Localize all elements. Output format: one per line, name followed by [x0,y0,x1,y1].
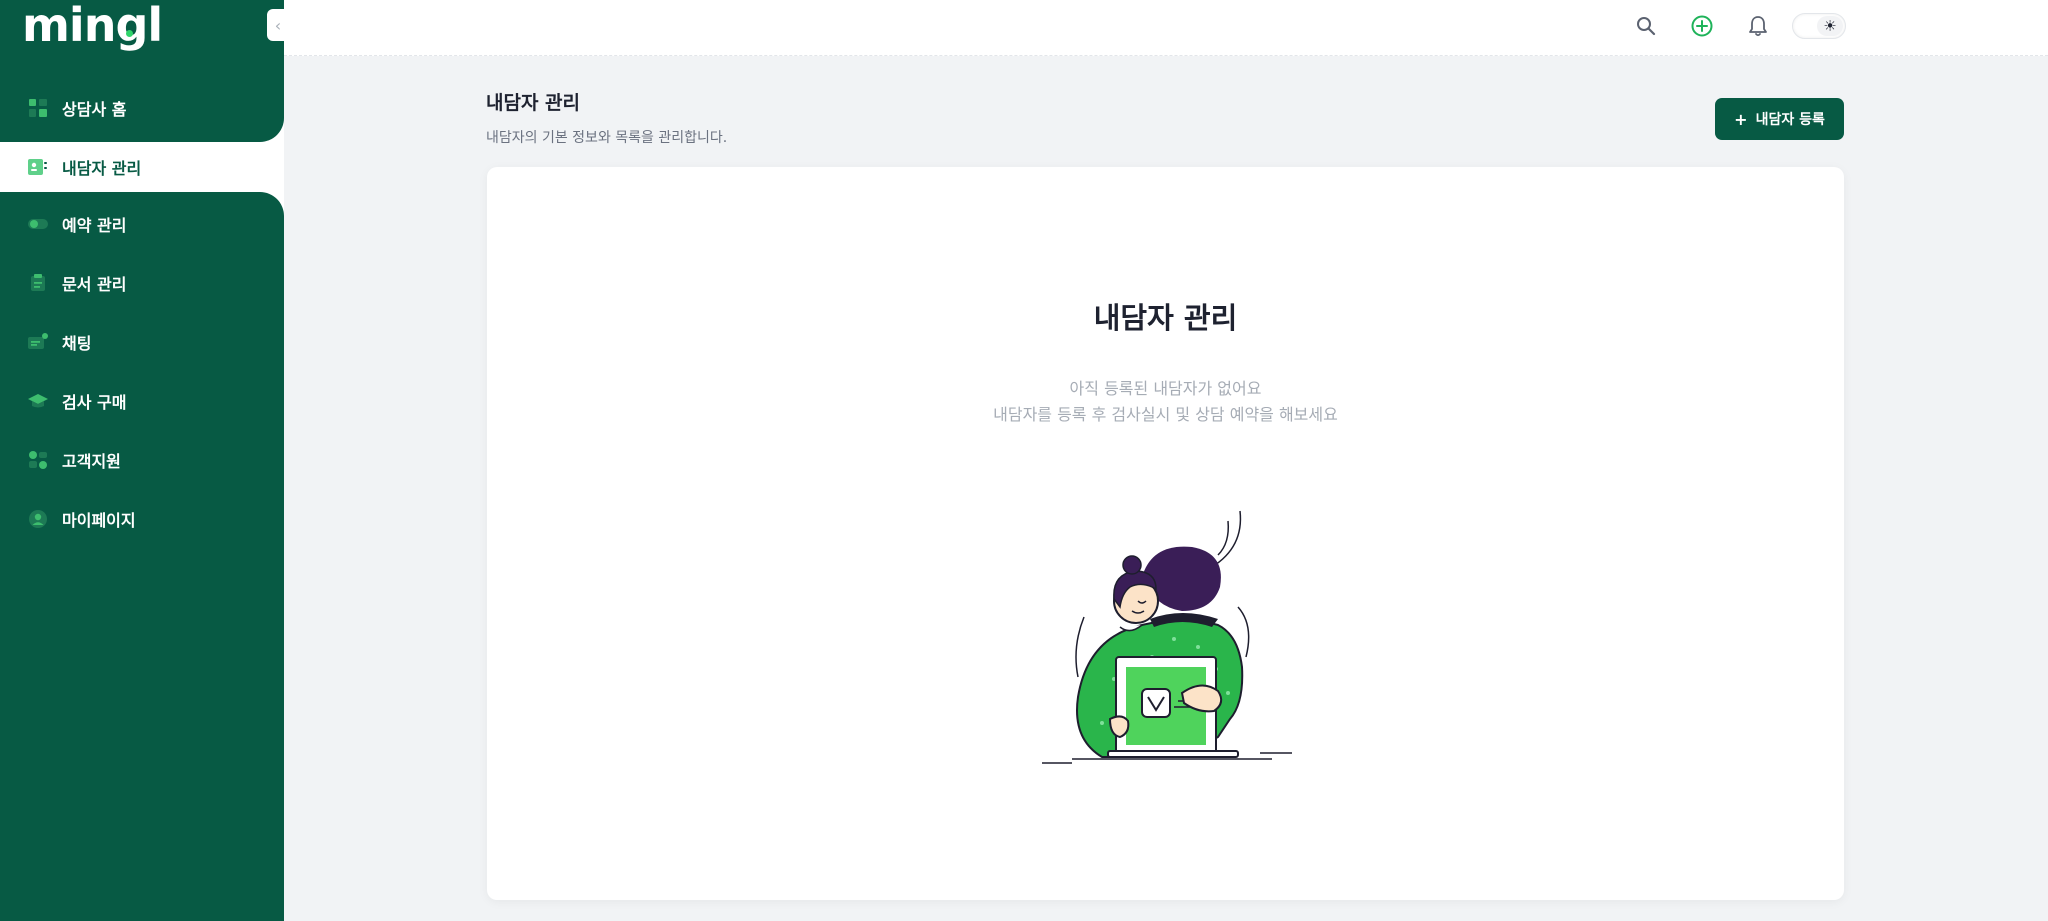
register-client-button[interactable]: + 내담자 등록 [1715,98,1844,140]
add-circle-icon[interactable] [1688,12,1716,40]
sidebar-item-label: 문서 관리 [62,275,127,294]
sidebar-item-support[interactable]: 고객지원 [28,444,121,476]
empty-state-title: 내담자 관리 [1093,301,1238,335]
document-icon [28,274,48,292]
sidebar-item-label: 내담자 관리 [62,159,142,178]
sidebar-item-label: 마이페이지 [62,511,136,530]
search-icon[interactable] [1632,12,1660,40]
sidebar-item-label: 예약 관리 [62,216,127,235]
empty-state-message-line1: 아직 등록된 내담자가 없어요 [1069,379,1262,398]
sidebar-item-label: 상담사 홈 [62,100,127,119]
empty-state-card: 내담자 관리 아직 등록된 내담자가 없어요 내담자를 등록 후 검사실시 및 … [487,167,1844,900]
chevron-left-icon: ‹ [274,15,282,35]
toggle-icon [28,215,48,233]
dashboard-icon [28,99,48,117]
sidebar-item-mypage[interactable]: 마이페이지 [28,503,136,535]
page-title: 내담자 관리 [486,92,581,114]
bell-icon[interactable] [1744,12,1772,40]
sun-glyph: ☀ [1823,16,1837,35]
sidebar-item-reservations[interactable]: 예약 관리 [28,208,126,240]
sidebar-item-test-purchase[interactable]: 검사 구매 [28,385,126,417]
sidebar-item-documents[interactable]: 문서 관리 [28,267,126,299]
empty-state-message-line2: 내담자를 등록 후 검사실시 및 상담 예약을 해보세요 [993,405,1338,424]
theme-toggle[interactable]: ☀ [1792,13,1846,39]
sidebar-item-label: 채팅 [62,334,92,353]
app-logo[interactable]: mingl [22,0,163,52]
sidebar: mingl ‹ 상담사 홈 내담자 관리 예약 관리 문서 관리 채팅 검사 구… [0,0,289,921]
sidebar-item-label: 검사 구매 [62,393,127,412]
sun-icon: ☀ [1817,16,1843,36]
sidebar-item-clients[interactable]: 내담자 관리 [10,142,284,192]
chat-icon [28,333,48,351]
user-icon [28,510,48,528]
sidebar-item-chat[interactable]: 채팅 [28,326,91,358]
sidebar-bottom-panel [0,192,284,921]
sidebar-collapse-button[interactable]: ‹ [267,9,289,41]
sidebar-item-label: 고객지원 [62,452,121,471]
support-icon [28,451,48,469]
client-card-icon [28,158,48,176]
logo-dot [126,30,133,37]
empty-state-illustration [1042,510,1292,764]
graduation-cap-icon [28,392,48,410]
register-client-label: 내담자 등록 [1755,112,1825,128]
page-subtitle: 내담자의 기본 정보와 목록을 관리합니다. [486,130,728,146]
top-header: ☀ [284,0,2048,56]
sidebar-item-home[interactable]: 상담사 홈 [28,92,126,124]
plus-icon: + [1734,109,1748,129]
